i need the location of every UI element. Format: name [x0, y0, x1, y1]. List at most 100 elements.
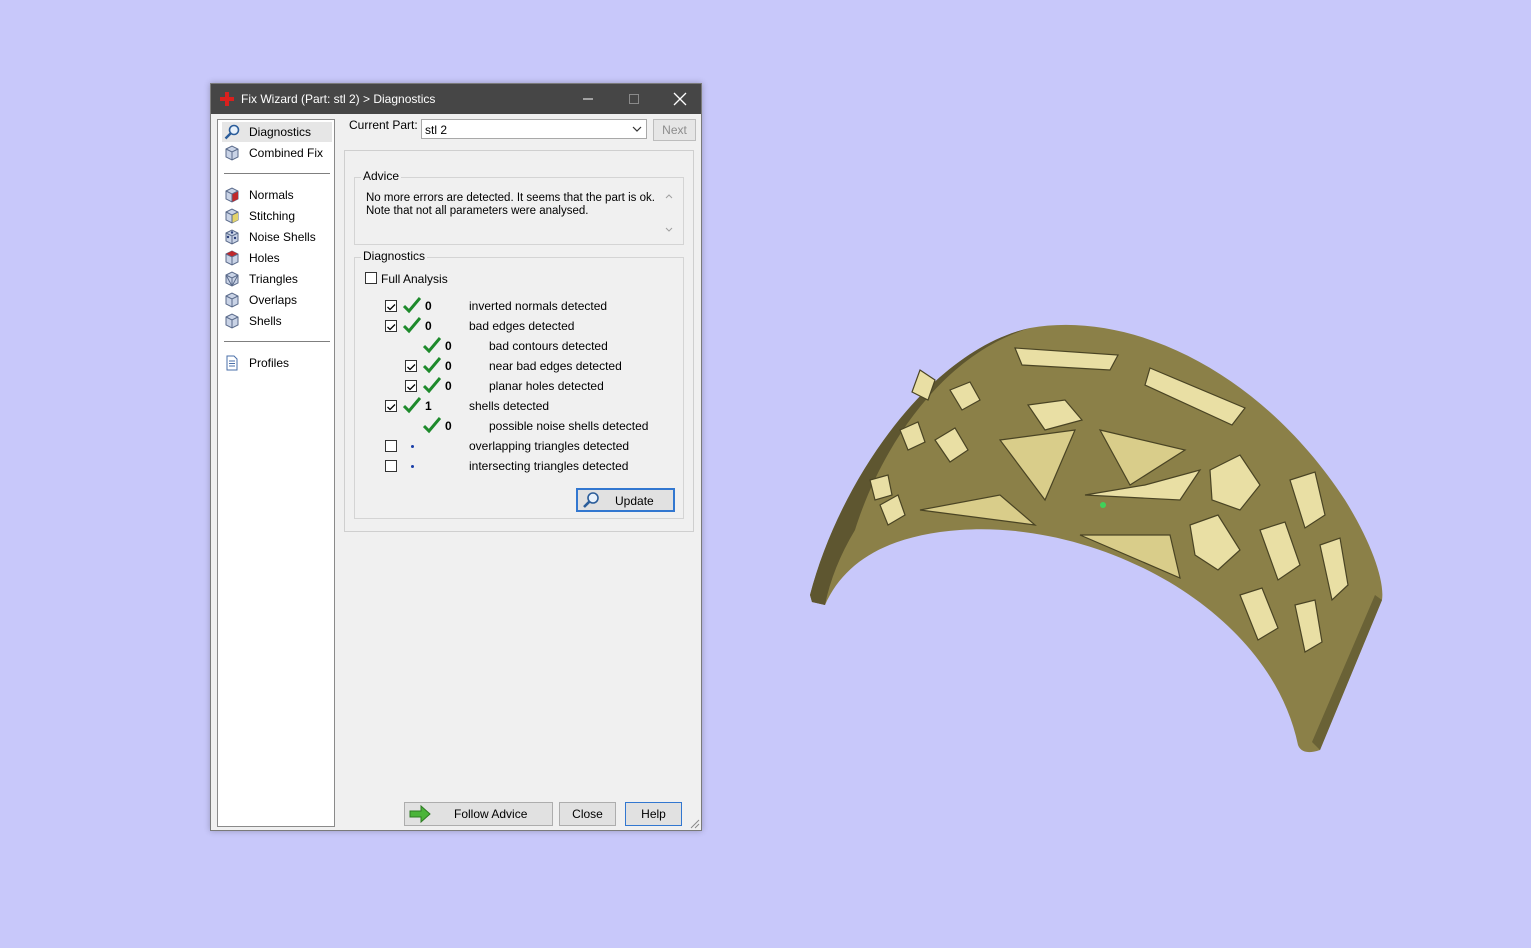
- nav-item-label: Normals: [249, 188, 294, 202]
- nav-item-profiles[interactable]: Profiles: [222, 353, 332, 373]
- magnifier-icon: [583, 492, 599, 508]
- diagnostic-count: 1: [425, 399, 432, 413]
- fix-wizard-window: Fix Wizard (Part: stl 2) > Diagnostics D…: [210, 83, 702, 831]
- maximize-button[interactable]: [611, 84, 657, 114]
- diagnostic-checkbox[interactable]: [405, 380, 417, 392]
- cube-yellow-icon: [225, 208, 239, 224]
- ok-check-icon: [423, 357, 441, 374]
- close-window-button[interactable]: [657, 84, 703, 114]
- diagnostic-checkbox[interactable]: [385, 320, 397, 332]
- ok-check-icon: [403, 397, 421, 414]
- diagnostic-label: planar holes detected: [489, 379, 604, 393]
- checkmark-icon: [387, 304, 396, 311]
- advice-scrollbar[interactable]: [663, 190, 675, 236]
- ok-check-icon: [403, 317, 421, 334]
- diagnostic-count: 0: [425, 299, 432, 313]
- cube-triangles-icon: [225, 271, 239, 287]
- diagnostic-checkbox[interactable]: [385, 440, 397, 452]
- nav-item-holes[interactable]: Holes: [222, 248, 332, 268]
- pivot-marker-icon: [1100, 502, 1106, 508]
- diagnostic-count: 0: [445, 339, 452, 353]
- nav-item-diagnostics[interactable]: Diagnostics: [222, 122, 332, 142]
- nav-item-noise-shells[interactable]: Noise Shells: [222, 227, 332, 247]
- nav-item-label: Noise Shells: [249, 230, 316, 244]
- cube-dots-icon: [225, 229, 239, 245]
- nav-item-label: Overlaps: [249, 293, 298, 307]
- resize-grip-icon[interactable]: [690, 819, 700, 829]
- nav-item-label: Stitching: [249, 209, 296, 223]
- follow-advice-button[interactable]: Follow Advice: [404, 802, 553, 826]
- nav-item-triangles[interactable]: Triangles: [222, 269, 332, 289]
- ok-check-icon: [423, 377, 441, 394]
- close-icon: [673, 92, 687, 106]
- diagnostic-label: shells detected: [469, 399, 550, 413]
- advice-title: Advice: [361, 169, 402, 183]
- diagnostic-label: intersecting triangles detected: [469, 459, 629, 473]
- current-part-label: Current Part:: [349, 118, 418, 132]
- diagnostics-panel: Advice No more errors are detected. It s…: [344, 150, 694, 532]
- advice-text: No more errors are detected. It seems th…: [366, 192, 655, 217]
- minimize-button[interactable]: [565, 84, 611, 114]
- nav-item-stitching[interactable]: Stitching: [222, 206, 332, 226]
- 3d-model-viewport[interactable]: [800, 310, 1400, 770]
- nav-item-normals[interactable]: Normals: [222, 185, 332, 205]
- magnifier-icon: [224, 124, 240, 140]
- title-bar[interactable]: Fix Wizard (Part: stl 2) > Diagnostics: [211, 84, 701, 114]
- ok-check-icon: [423, 417, 441, 434]
- checkmark-icon: [407, 384, 416, 391]
- document-icon: [226, 355, 238, 371]
- diagnostic-checkbox[interactable]: [385, 400, 397, 412]
- diagnostic-count: 0: [425, 319, 432, 333]
- nav-item-label: Shells: [249, 314, 282, 328]
- update-button[interactable]: Update: [576, 488, 675, 512]
- checkmark-icon: [387, 324, 396, 331]
- not-analysed-dot-icon: [411, 465, 414, 468]
- checkmark-icon: [387, 404, 396, 411]
- cube-red-icon: [225, 187, 239, 203]
- diagnostic-label: inverted normals detected: [469, 299, 608, 313]
- full-analysis-checkbox[interactable]: [365, 272, 377, 284]
- full-analysis-label: Full Analysis: [381, 272, 448, 286]
- cube-icon: [225, 145, 239, 161]
- chevron-down-icon: [632, 126, 642, 132]
- arrow-right-icon: [409, 805, 431, 823]
- update-label: Update: [615, 494, 654, 508]
- ok-check-icon: [403, 297, 421, 314]
- diagnostic-count: 0: [445, 379, 452, 393]
- diagnostics-group: Diagnostics Full Analysis 0 inverted norm…: [354, 249, 684, 519]
- cube-icon: [225, 292, 239, 308]
- diagnostic-checkbox[interactable]: [385, 460, 397, 472]
- ok-check-icon: [423, 337, 441, 354]
- window-title: Fix Wizard (Part: stl 2) > Diagnostics: [241, 92, 436, 106]
- diagnostic-label: possible noise shells detected: [489, 419, 649, 433]
- next-button[interactable]: Next: [653, 119, 696, 141]
- nav-item-combined-fix[interactable]: Combined Fix: [222, 143, 332, 163]
- nav-separator: [224, 341, 330, 342]
- checkmark-icon: [407, 364, 416, 371]
- cube-red-top-icon: [225, 250, 239, 266]
- nav-separator: [224, 173, 330, 174]
- current-part-select[interactable]: stl 2: [421, 119, 647, 139]
- diagnostic-label: overlapping triangles detected: [469, 439, 630, 453]
- fix-wizard-icon: [220, 92, 234, 106]
- close-button[interactable]: Close: [559, 802, 616, 826]
- not-analysed-dot-icon: [411, 445, 414, 448]
- nav-item-label: Combined Fix: [249, 146, 324, 160]
- diagnostics-title: Diagnostics: [361, 249, 428, 263]
- minimize-icon: [583, 98, 593, 100]
- diagnostic-label: bad edges detected: [469, 319, 575, 333]
- diagnostic-count: 0: [445, 419, 452, 433]
- nav-item-label: Holes: [249, 251, 280, 265]
- help-button[interactable]: Help: [625, 802, 682, 826]
- nav-item-overlaps[interactable]: Overlaps: [222, 290, 332, 310]
- diagnostic-checkbox[interactable]: [405, 360, 417, 372]
- diagnostic-checkbox[interactable]: [385, 300, 397, 312]
- diagnostic-label: bad contours detected: [489, 339, 608, 353]
- follow-advice-label: Follow Advice: [454, 807, 528, 821]
- nav-item-shells[interactable]: Shells: [222, 311, 332, 331]
- nav-item-label: Profiles: [249, 356, 290, 370]
- nav-item-label: Diagnostics: [249, 125, 312, 139]
- current-part-value: stl 2: [425, 123, 448, 137]
- nav-item-label: Triangles: [249, 272, 298, 286]
- wizard-nav: Diagnostics Combined Fix Normals Stitchi…: [217, 119, 335, 827]
